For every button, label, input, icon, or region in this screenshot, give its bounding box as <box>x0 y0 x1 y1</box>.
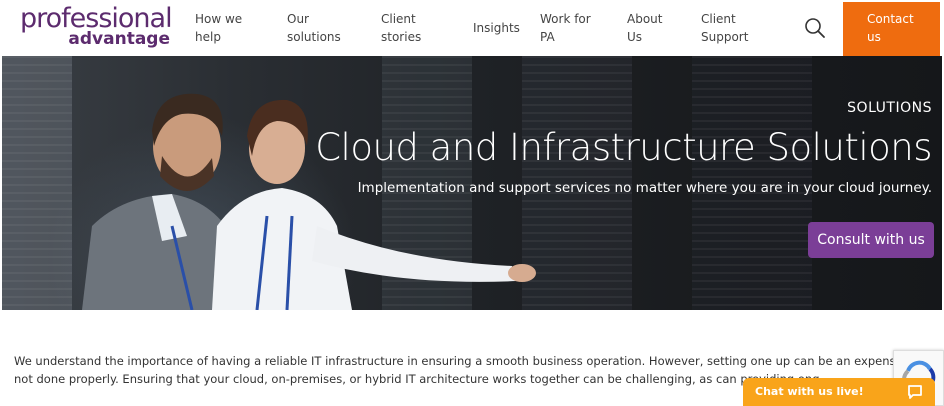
search-icon[interactable] <box>803 16 827 40</box>
nav-insights[interactable]: Insights <box>473 19 533 37</box>
logo[interactable]: professional advantage <box>20 4 173 52</box>
chat-live-button[interactable]: Chat with us live! <box>743 378 935 406</box>
hero-title: Cloud and Infrastructure Solutions <box>315 126 932 169</box>
chat-label: Chat with us live! <box>755 385 864 398</box>
intro-line: We understand the importance of having a… <box>14 354 894 368</box>
nav-our-solutions[interactable]: Our solutions <box>287 10 357 46</box>
nav-client-stories[interactable]: Client stories <box>381 10 441 46</box>
hero-subtitle: Implementation and support services no m… <box>357 180 932 196</box>
logo-text-bottom: advantage <box>68 29 170 49</box>
site-header: professional advantage How we help Our s… <box>0 0 944 56</box>
hero-banner: SOLUTIONS Cloud and Infrastructure Solut… <box>2 56 942 310</box>
hero-kicker: SOLUTIONS <box>847 100 932 116</box>
contact-us-button[interactable]: Contact us <box>843 2 940 56</box>
consult-with-us-button[interactable]: Consult with us <box>808 222 934 258</box>
nav-how-we-help[interactable]: How we help <box>195 10 255 46</box>
nav-about-us[interactable]: About Us <box>627 10 682 46</box>
nav-client-support[interactable]: Client Support <box>701 10 771 46</box>
nav-work-for-pa[interactable]: Work for PA <box>540 10 610 46</box>
chat-icon <box>908 385 922 399</box>
